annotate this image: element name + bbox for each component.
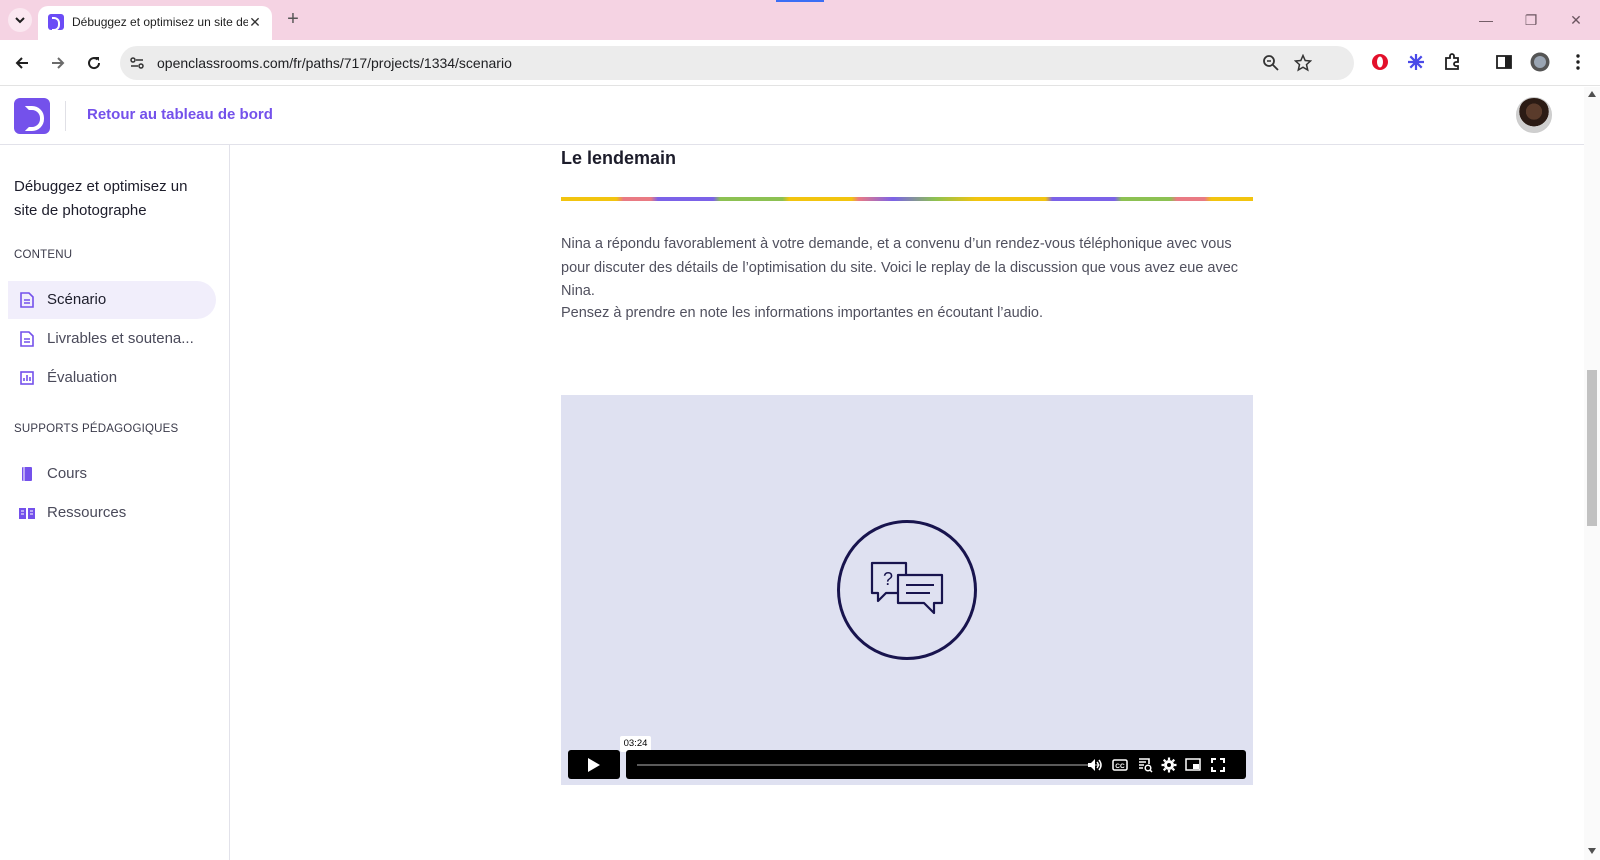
fullscreen-icon[interactable] bbox=[1209, 756, 1227, 774]
browser-tab-active[interactable]: Débuggez et optimisez un site de photogr… bbox=[38, 6, 272, 40]
openclassrooms-favicon-icon bbox=[48, 14, 64, 31]
address-bar[interactable]: openclassrooms.com/fr/paths/717/projects… bbox=[120, 46, 1354, 80]
sidebar-item-scenario[interactable]: Scénario bbox=[8, 281, 216, 319]
chevron-down-icon bbox=[15, 17, 25, 24]
svg-text:CC: CC bbox=[1115, 763, 1125, 770]
sidebar-item-label: Ressources bbox=[47, 504, 127, 521]
sidebar-item-ressources[interactable]: Ressources bbox=[8, 494, 216, 532]
new-tab-button[interactable]: + bbox=[282, 9, 304, 31]
arrow-right-icon bbox=[52, 57, 65, 69]
tab-strip-accent bbox=[776, 0, 824, 2]
back-to-dashboard-link[interactable]: Retour au tableau de bord bbox=[87, 106, 273, 123]
audio-player[interactable]: ? 03:24 CC bbox=[561, 395, 1253, 785]
forward-button[interactable] bbox=[46, 51, 70, 75]
supports-section-label: SUPPORTS PÉDAGOGIQUES bbox=[14, 423, 179, 435]
instruction-paragraph: Pensez à prendre en note les information… bbox=[561, 305, 1044, 321]
tab-title: Débuggez et optimisez un site de photogr… bbox=[72, 15, 248, 29]
document-icon bbox=[20, 331, 34, 347]
scroll-down-arrow-icon[interactable] bbox=[1588, 848, 1596, 854]
page-scrollbar[interactable] bbox=[1584, 87, 1600, 860]
scroll-up-arrow-icon[interactable] bbox=[1588, 91, 1596, 97]
sidebar-item-cours[interactable]: Cours bbox=[8, 455, 216, 493]
snowflake-extension-icon[interactable] bbox=[1406, 52, 1426, 72]
sidebar-item-label: Livrables et soutena... bbox=[47, 330, 194, 347]
tab-close-icon[interactable]: ✕ bbox=[246, 13, 264, 31]
sidebar-item-label: Évaluation bbox=[47, 369, 118, 386]
settings-gear-icon[interactable] bbox=[1160, 756, 1178, 774]
browser-menu-icon[interactable] bbox=[1568, 52, 1588, 72]
svg-text:?: ? bbox=[883, 569, 893, 589]
header-divider bbox=[65, 101, 66, 131]
site-settings-icon[interactable] bbox=[128, 54, 146, 72]
project-sidebar: Débuggez et optimisez un site de photogr… bbox=[0, 145, 230, 860]
openclassrooms-logo[interactable] bbox=[14, 98, 50, 134]
video-poster-circle: ? bbox=[837, 520, 977, 660]
project-title: Débuggez et optimisez un site de photogr… bbox=[14, 178, 188, 219]
content-section-label: CONTENU bbox=[14, 249, 73, 261]
progress-bar[interactable] bbox=[637, 764, 1101, 766]
book-icon bbox=[22, 467, 32, 481]
transcript-icon[interactable] bbox=[1136, 756, 1154, 774]
url-text[interactable]: openclassrooms.com/fr/paths/717/projects… bbox=[157, 55, 512, 71]
tab-search-button[interactable] bbox=[8, 8, 32, 32]
window-close-icon[interactable]: ✕ bbox=[1566, 10, 1586, 30]
picture-in-picture-icon[interactable] bbox=[1184, 756, 1202, 774]
restore-icon[interactable]: ❐ bbox=[1521, 10, 1541, 30]
chart-icon bbox=[20, 371, 34, 385]
player-control-bar: CC bbox=[626, 750, 1246, 779]
play-icon bbox=[588, 757, 600, 772]
sidebar-item-evaluation[interactable]: Évaluation bbox=[8, 359, 216, 397]
back-button[interactable] bbox=[10, 51, 34, 75]
decorative-rainbow-divider bbox=[561, 197, 1253, 201]
side-panel-icon[interactable] bbox=[1494, 52, 1514, 72]
section-heading: Le lendemain bbox=[561, 148, 677, 168]
intro-paragraph: Nina a répondu favorablement à votre dem… bbox=[561, 236, 1239, 299]
volume-icon[interactable] bbox=[1086, 756, 1104, 774]
browser-tab-bar: Débuggez et optimisez un site de photogr… bbox=[0, 0, 1600, 40]
open-book-icon bbox=[19, 508, 35, 519]
sidebar-item-livrables[interactable]: Livrables et soutena... bbox=[8, 320, 216, 358]
scrollbar-thumb[interactable] bbox=[1587, 370, 1597, 526]
closed-captions-icon[interactable]: CC bbox=[1111, 756, 1129, 774]
sidebar-item-label: Cours bbox=[47, 465, 88, 482]
browser-toolbar: openclassrooms.com/fr/paths/717/projects… bbox=[0, 40, 1600, 86]
user-avatar[interactable] bbox=[1516, 97, 1552, 133]
profile-avatar-icon[interactable] bbox=[1530, 52, 1550, 72]
chat-bubbles-icon: ? bbox=[870, 561, 944, 615]
zoom-icon[interactable] bbox=[1262, 54, 1280, 72]
document-icon bbox=[20, 292, 34, 308]
play-button[interactable] bbox=[568, 750, 620, 779]
bookmark-star-icon[interactable] bbox=[1294, 54, 1312, 72]
reload-button[interactable] bbox=[82, 51, 106, 75]
extensions-puzzle-icon[interactable] bbox=[1442, 52, 1462, 72]
reload-icon bbox=[88, 57, 101, 70]
main-content: Le lendemain Nina a répondu favorablemen… bbox=[231, 145, 1584, 860]
opera-extension-icon[interactable] bbox=[1370, 52, 1390, 72]
sidebar-item-label: Scénario bbox=[47, 291, 107, 308]
arrow-left-icon bbox=[15, 57, 28, 69]
site-header: Retour au tableau de bord bbox=[0, 87, 1584, 145]
minimize-icon[interactable]: — bbox=[1476, 10, 1496, 30]
